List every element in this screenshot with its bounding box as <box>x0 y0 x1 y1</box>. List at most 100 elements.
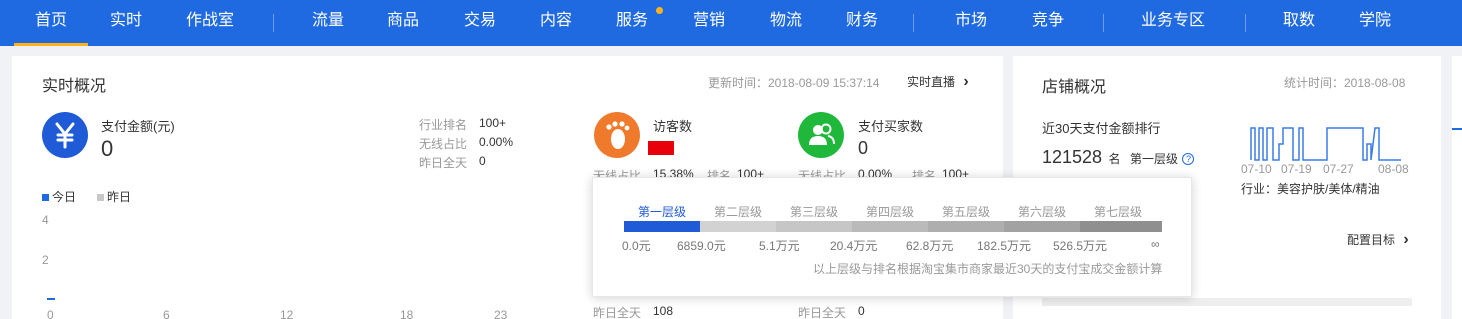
y-tick-label: 2 <box>42 253 49 267</box>
rank-title: 近30天支付金额排行 <box>1042 121 1161 136</box>
level-label-1[interactable]: 第一层级 <box>624 203 700 220</box>
level-threshold: 20.4万元 <box>830 239 878 253</box>
info-icon[interactable]: ? <box>1182 152 1195 165</box>
legend-today-label: 今日 <box>52 190 77 204</box>
nav-separator <box>273 14 274 32</box>
level-threshold: 6859.0元 <box>677 239 726 253</box>
nav-competition[interactable]: 竞争 <box>1020 0 1076 46</box>
level-label-5[interactable]: 第五层级 <box>928 203 1004 220</box>
rank-value: 121528 名 第一层级 ? <box>1042 147 1195 168</box>
x-tick-label: 23 <box>494 308 508 319</box>
stat-time: 统计时间：2018-08-08 <box>1284 76 1406 90</box>
chevron-right-icon: › <box>1403 231 1409 248</box>
buyers-value: 0 <box>858 138 869 158</box>
top-nav: 首页 实时 作战室 流量 商品 交易 内容 服务 营销 物流 财务 市场 竞争 … <box>0 0 1462 46</box>
x-tick-label: 12 <box>280 308 294 319</box>
progress-track <box>1042 298 1412 306</box>
yuan-icon <box>42 112 88 158</box>
nav-data-fetch[interactable]: 取数 <box>1271 0 1327 46</box>
store-title: 店铺概况 <box>1042 79 1107 96</box>
visitors-value-redacted <box>648 141 674 155</box>
level-threshold: ∞ <box>1151 237 1160 251</box>
nav-service-label: 服务 <box>615 12 648 29</box>
nav-business-zone[interactable]: 业务专区 <box>1130 0 1216 46</box>
nav-finance[interactable]: 财务 <box>834 0 890 46</box>
rank-unit: 名 <box>1108 152 1121 166</box>
legend-yesterday-label: 昨日 <box>107 190 132 204</box>
pay-amount-label: 支付金额(元) <box>101 119 175 134</box>
level-label-7[interactable]: 第七层级 <box>1080 203 1156 220</box>
wireless-ratio-value: 0.00% <box>479 135 514 149</box>
buyers-yesterday-label: 昨日全天 <box>798 306 847 319</box>
level-label-3[interactable]: 第三层级 <box>776 203 852 220</box>
nav-service[interactable]: 服务 <box>604 0 663 46</box>
footprint-icon <box>594 112 640 158</box>
nav-products[interactable]: 商品 <box>375 0 431 46</box>
level-bar-segment <box>852 221 928 232</box>
buyers-label: 支付买家数 <box>858 119 924 134</box>
update-time: 更新时间：2018-08-09 15:37:14 <box>708 76 880 90</box>
pay-amount-value: 0 <box>101 136 114 161</box>
rank-sparkline <box>1250 127 1401 161</box>
legend-today-swatch <box>42 194 49 201</box>
level-threshold: 0.0元 <box>622 239 651 253</box>
nav-academy[interactable]: 学院 <box>1347 0 1403 46</box>
nav-logistics[interactable]: 物流 <box>758 0 814 46</box>
legend-today: 今日 <box>42 188 76 205</box>
level-bar-segment <box>1004 221 1080 232</box>
level-bar-segment <box>700 221 776 232</box>
level-bar-segment <box>776 221 852 232</box>
level-threshold: 526.5万元 <box>1053 239 1108 253</box>
nav-war-room[interactable]: 作战室 <box>172 0 248 46</box>
sparkline-date: 07-19 <box>1281 162 1312 176</box>
visitors-yesterday-value: 108 <box>653 304 674 318</box>
nav-transactions[interactable]: 交易 <box>452 0 508 46</box>
notification-dot-icon <box>656 7 663 14</box>
yesterday-value: 0 <box>479 154 486 168</box>
industry-label: 行业：美容护肤/美体/精油 <box>1241 182 1380 196</box>
realtime-title: 实时概况 <box>42 78 107 95</box>
chevron-right-icon: › <box>963 73 969 90</box>
visitors-yesterday-label: 昨日全天 <box>593 306 642 319</box>
y-tick-label: 4 <box>42 213 49 227</box>
nav-separator <box>1103 14 1104 32</box>
x-tick-label: 0 <box>47 308 54 319</box>
buyers-yesterday-value: 0 <box>858 304 865 318</box>
nav-market[interactable]: 市场 <box>943 0 999 46</box>
nav-separator <box>1245 14 1246 32</box>
config-target-label: 配置目标 <box>1347 233 1396 247</box>
sparkline-date: 07-10 <box>1241 162 1272 176</box>
rank-level: 第一层级 <box>1130 152 1179 166</box>
rank-number: 121528 <box>1042 147 1103 167</box>
live-link[interactable]: 实时直播 › <box>907 73 969 91</box>
nav-home[interactable]: 首页 <box>14 0 88 46</box>
level-threshold: 5.1万元 <box>759 239 800 253</box>
level-label-4[interactable]: 第四层级 <box>852 203 928 220</box>
nav-traffic[interactable]: 流量 <box>300 0 356 46</box>
level-note: 以上层级与排名根据淘宝集市商家最近30天的支付宝成交金额计算 <box>813 262 1163 276</box>
level-label-6[interactable]: 第六层级 <box>1004 203 1080 220</box>
nav-marketing[interactable]: 营销 <box>681 0 737 46</box>
x-tick-label: 6 <box>163 308 170 319</box>
wireless-ratio-label: 无线占比 <box>419 137 468 151</box>
yesterday-label: 昨日全天 <box>419 156 468 170</box>
config-target-link[interactable]: 配置目标 › <box>1347 231 1409 249</box>
industry-rank-value: 100+ <box>479 116 507 130</box>
nav-content[interactable]: 内容 <box>528 0 584 46</box>
sparkline-date: 08-08 <box>1378 162 1409 176</box>
level-bar-segment <box>624 221 700 232</box>
level-threshold: 62.8万元 <box>906 239 954 253</box>
level-label-2[interactable]: 第二层级 <box>700 203 776 220</box>
right-edge-line <box>1452 128 1462 130</box>
legend-yesterday-swatch <box>97 194 104 201</box>
level-threshold: 182.5万元 <box>977 239 1032 253</box>
users-icon <box>798 112 844 158</box>
level-bar-segment <box>928 221 1004 232</box>
visitors-label: 访客数 <box>653 119 693 134</box>
level-bar-segment <box>1080 221 1162 232</box>
right-edge-panel <box>1452 56 1462 319</box>
x-tick-label: 18 <box>400 308 414 319</box>
nav-separator <box>913 14 914 32</box>
nav-realtime[interactable]: 实时 <box>96 0 156 46</box>
level-tooltip-popup: 第一层级 第二层级 第三层级 第四层级 第五层级 第六层级 第七层级 0.0元 … <box>592 177 1192 297</box>
